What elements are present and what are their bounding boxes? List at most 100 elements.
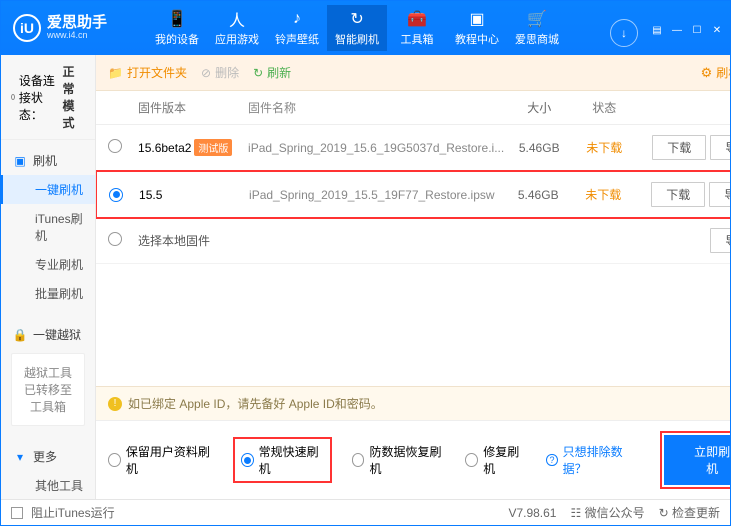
minimize-button[interactable]: — (670, 23, 684, 37)
toolbar: 📁打开文件夹 ⊘删除 ↻刷新 ⚙刷机设置 (96, 55, 730, 91)
firmware-status: 未下载 (574, 139, 634, 156)
firmware-size: 5.46GB (503, 188, 573, 202)
topnav-6[interactable]: 🛒 爱思商城 (507, 5, 567, 51)
topnav-4[interactable]: 🧰 工具箱 (387, 5, 447, 51)
flash-options: 保留用户资料刷机 常规快速刷机防数据恢复刷机 修复刷机 ? 只想排除数据？ 立即刷机 (96, 420, 730, 499)
footer: 阻止iTunes运行 V7.98.61 ☷ 微信公众号 ↻ 检查更新 (1, 499, 730, 525)
firmware-list: 固件版本 固件名称 大小 状态 操作 15.6beta2测试版iPad_Spri… (96, 91, 730, 386)
side-group-head[interactable]: ▣刷机 (1, 146, 95, 175)
flash-option-0[interactable]: 保留用户资料刷机 (108, 443, 213, 477)
topnav-1[interactable]: 人应用游戏 (207, 5, 267, 51)
select-local-radio[interactable] (108, 232, 122, 246)
app-url: www.i4.cn (47, 31, 107, 41)
option-radio[interactable] (108, 453, 121, 467)
firmware-row: 15.6beta2测试版iPad_Spring_2019_15.6_19G503… (96, 125, 730, 171)
flash-option-1[interactable]: 常规快速刷机 (233, 437, 332, 483)
topnav-icon: 人 (207, 9, 267, 29)
import-button[interactable]: 导入 (710, 135, 730, 160)
col-action: 操作 (634, 99, 730, 116)
download-button[interactable]: 下载 (652, 135, 706, 160)
col-name: 固件名称 (248, 99, 504, 116)
option-radio[interactable] (465, 453, 478, 467)
topnav-icon: 📱 (147, 9, 207, 29)
logo-icon: iU (13, 14, 41, 42)
topnav-0[interactable]: 📱 我的设备 (147, 5, 207, 51)
refresh-button[interactable]: ↻刷新 (253, 64, 291, 81)
exclude-data-link[interactable]: ? 只想排除数据？ (546, 443, 640, 477)
topnav-icon: ♪ (267, 9, 327, 29)
firmware-row: 15.5iPad_Spring_2019_15.5_19F77_Restore.… (96, 170, 730, 219)
firmware-radio[interactable] (108, 139, 122, 153)
side-item[interactable]: 批量刷机 (1, 279, 95, 308)
option-radio[interactable] (352, 453, 365, 467)
gear-icon: ⚙ (701, 65, 713, 81)
col-version: 固件版本 (138, 99, 248, 116)
menu-button[interactable]: ▤ (650, 23, 664, 37)
select-local-row: 选择本地固件 导入 (96, 218, 730, 264)
group-icon: 🔒 (13, 328, 27, 342)
topnav-icon: 🛒 (507, 9, 567, 29)
status-label: 设备连接状态： (19, 72, 59, 123)
topnav-label: 教程中心 (447, 31, 507, 47)
side-item[interactable]: 专业刷机 (1, 250, 95, 279)
group-icon: ▣ (13, 154, 27, 168)
side-item[interactable]: iTunes刷机 (1, 204, 95, 250)
status-dot-icon (11, 94, 15, 100)
app-name: 爱思助手 (47, 15, 107, 32)
check-update-link[interactable]: ↻ 检查更新 (659, 504, 720, 521)
block-itunes-checkbox[interactable] (11, 507, 23, 519)
download-center-button[interactable]: ↓ (610, 19, 638, 47)
refresh-icon: ↻ (253, 66, 263, 80)
topnav-label: 爱思商城 (507, 31, 567, 47)
select-local-label: 选择本地固件 (138, 232, 248, 249)
maximize-button[interactable]: ☐ (690, 23, 704, 37)
topnav-label: 智能刷机 (327, 31, 387, 47)
topnav-icon: 🧰 (387, 9, 447, 29)
delete-icon: ⊘ (201, 66, 211, 80)
warning-icon: ! (108, 397, 122, 411)
firmware-version: 15.5 (139, 188, 249, 202)
option-label: 修复刷机 (483, 443, 526, 477)
sidebar: 设备连接状态： 正常模式 ▣刷机一键刷机iTunes刷机专业刷机批量刷机 🔒一键越… (1, 55, 96, 499)
flash-now-button[interactable]: 立即刷机 (664, 435, 730, 485)
side-item[interactable]: 其他工具 (1, 471, 95, 499)
firmware-name: iPad_Spring_2019_15.6_19G5037d_Restore.i… (248, 141, 504, 155)
import-local-button[interactable]: 导入 (710, 228, 730, 253)
device-status: 设备连接状态： 正常模式 (1, 55, 95, 140)
topnav-label: 工具箱 (387, 31, 447, 47)
side-group-head[interactable]: ▾更多 (1, 442, 95, 471)
notice-text: 如已绑定 Apple ID，请先备好 Apple ID和密码。 (128, 395, 383, 412)
col-status: 状态 (574, 99, 634, 116)
firmware-radio[interactable] (109, 188, 123, 202)
flash-option-2[interactable]: 防数据恢复刷机 (352, 443, 446, 477)
info-icon: ? (546, 454, 557, 466)
side-item[interactable]: 一键刷机 (1, 175, 95, 204)
block-itunes-label: 阻止iTunes运行 (31, 504, 115, 521)
open-folder-button[interactable]: 📁打开文件夹 (108, 64, 187, 81)
firmware-size: 5.46GB (504, 141, 574, 155)
delete-button[interactable]: ⊘删除 (201, 64, 239, 81)
notice-bar: ! 如已绑定 Apple ID，请先备好 Apple ID和密码。 ✕ (96, 386, 730, 420)
flash-option-3[interactable]: 修复刷机 (465, 443, 526, 477)
topnav-2[interactable]: ♪ 铃声壁纸 (267, 5, 327, 51)
import-button[interactable]: 导入 (709, 182, 730, 207)
side-group-head[interactable]: 🔒一键越狱 (1, 320, 95, 349)
flash-now-highlight: 立即刷机 (660, 431, 730, 489)
topnav-3[interactable]: ↻智能刷机 (327, 5, 387, 51)
download-button[interactable]: 下载 (651, 182, 705, 207)
firmware-version: 15.6beta2测试版 (138, 139, 248, 156)
list-header: 固件版本 固件名称 大小 状态 操作 (96, 91, 730, 125)
wechat-link[interactable]: ☷ 微信公众号 (570, 504, 644, 521)
flash-settings-button[interactable]: ⚙刷机设置 (701, 64, 730, 81)
top-nav: 📱 我的设备人应用游戏♪ 铃声壁纸↻智能刷机🧰 工具箱▣ 教程中心🛒 爱思商城 (147, 5, 606, 51)
topnav-label: 铃声壁纸 (267, 31, 327, 47)
close-button[interactable]: ✕ (710, 23, 724, 37)
title-bar: iU 爱思助手 www.i4.cn 📱 我的设备人应用游戏♪ 铃声壁纸↻智能刷机🧰 工… (1, 1, 730, 55)
col-size: 大小 (504, 99, 574, 116)
group-icon: ▾ (13, 450, 27, 464)
topnav-5[interactable]: ▣ 教程中心 (447, 5, 507, 51)
topnav-icon: ▣ (447, 9, 507, 29)
option-label: 常规快速刷机 (259, 443, 324, 477)
topnav-label: 我的设备 (147, 31, 207, 47)
option-radio[interactable] (241, 453, 254, 467)
